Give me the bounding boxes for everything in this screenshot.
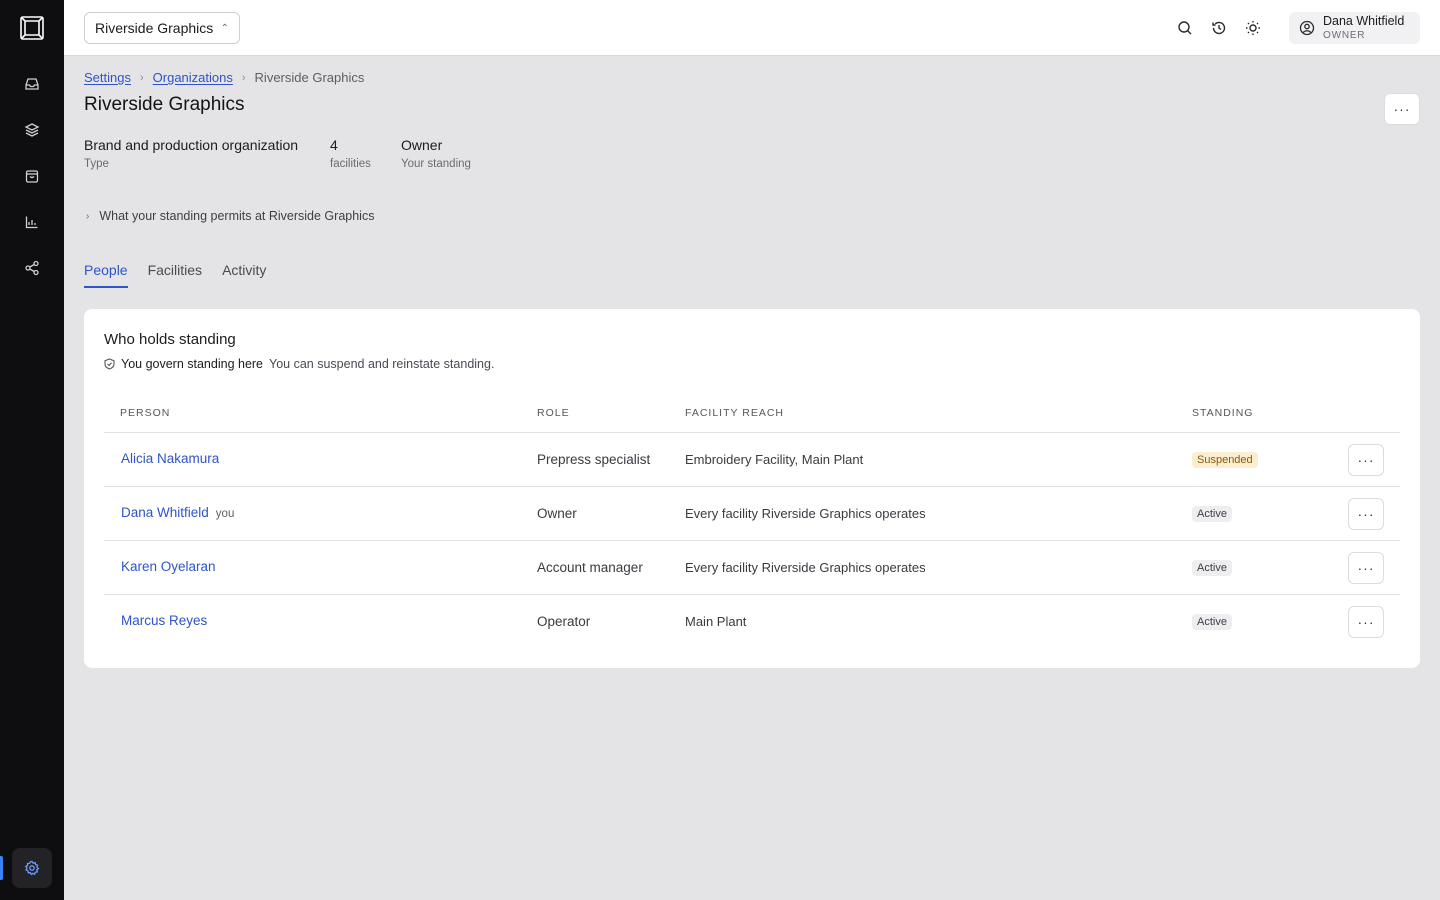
status-badge: Active [1192, 614, 1232, 630]
table-row: Alicia Nakamura Prepress specialist Embr… [104, 433, 1400, 487]
column-header-facility-reach: FACILITY REACH [685, 407, 784, 419]
status-badge: Active [1192, 560, 1232, 576]
org-switcher[interactable]: Riverside Graphics ⌃ [84, 12, 240, 44]
tab-activity[interactable]: Activity [222, 262, 266, 288]
top-bar: Riverside Graphics ⌃ Dana Whitfield OWNE… [64, 0, 1440, 56]
person-name: Dana Whitfield [121, 505, 209, 520]
history-icon[interactable] [1207, 16, 1231, 40]
role-cell: Operator [537, 614, 591, 629]
sun-icon[interactable] [1241, 16, 1265, 40]
stat-type: Brand and production organization Type [84, 137, 298, 170]
person-link[interactable]: Karen Oyelaran [121, 559, 216, 574]
card-title: Who holds standing [104, 331, 236, 348]
left-rail [0, 0, 64, 900]
table-row: Dana Whitfield you Owner Every facility R… [104, 487, 1400, 541]
breadcrumb-current: Riverside Graphics [254, 70, 365, 85]
person-name: Karen Oyelaran [121, 559, 216, 574]
layers-icon[interactable] [20, 118, 44, 142]
org-switcher-label: Riverside Graphics [95, 20, 214, 36]
stat-label: Your standing [401, 158, 471, 170]
user-circle-icon [1299, 20, 1315, 36]
chevron-right-icon: › [86, 210, 90, 222]
permits-disclosure[interactable]: › What your standing permits at Riversid… [86, 209, 374, 223]
share-icon[interactable] [20, 256, 44, 280]
person-name: Alicia Nakamura [121, 451, 220, 466]
search-icon[interactable] [1173, 16, 1197, 40]
row-more-button[interactable]: ··· [1348, 444, 1384, 476]
page-more-button[interactable]: ··· [1384, 93, 1420, 125]
row-more-button[interactable]: ··· [1348, 498, 1384, 530]
stat-value: 4 [330, 137, 338, 153]
chevron-right-icon: › [139, 71, 144, 84]
user-role: OWNER [1323, 29, 1366, 41]
role-cell: Owner [537, 506, 577, 521]
chart-icon[interactable] [20, 210, 44, 234]
table-header: PERSON ROLE FACILITY REACH STANDING [104, 405, 1400, 433]
active-nav-marker [0, 856, 3, 880]
table-row: Marcus Reyes Operator Main Plant Active … [104, 595, 1400, 649]
column-header-role: ROLE [537, 407, 570, 419]
facility-reach-cell: Every facility Riverside Graphics operat… [685, 560, 926, 575]
user-menu[interactable]: Dana Whitfield OWNER [1289, 12, 1420, 44]
govern-note: You govern standing here You can suspend… [104, 357, 494, 371]
column-header-person: PERSON [120, 407, 171, 419]
facility-reach-cell: Every facility Riverside Graphics operat… [685, 506, 926, 521]
facility-reach-cell: Main Plant [685, 614, 747, 629]
breadcrumb-organizations-link[interactable]: Organizations [153, 70, 233, 85]
settings-nav-button[interactable] [12, 848, 52, 888]
column-header-standing: STANDING [1192, 407, 1254, 419]
status-badge: Active [1192, 506, 1232, 522]
breadcrumb-settings-link[interactable]: Settings [84, 70, 131, 85]
tab-facilities[interactable]: Facilities [148, 262, 202, 288]
inbox-icon[interactable] [20, 72, 44, 96]
you-tag: you [215, 508, 235, 520]
settings-icon [24, 860, 40, 876]
stat-facilities: 4 facilities [330, 137, 371, 170]
shield-check-icon [104, 358, 115, 370]
person-name: Marcus Reyes [121, 613, 208, 628]
stat-label: facilities [330, 158, 371, 170]
role-cell: Account manager [537, 560, 643, 575]
facility-reach-cell: Embroidery Facility, Main Plant [685, 452, 864, 467]
permits-label: What your standing permits at Riverside … [99, 209, 375, 223]
chevron-right-icon: › [241, 71, 246, 84]
stat-value: Owner [401, 137, 443, 153]
stat-standing: Owner Your standing [401, 137, 471, 170]
govern-text: You can suspend and reinstate standing. [269, 357, 495, 371]
status-badge: Suspended [1192, 452, 1258, 468]
page-title: Riverside Graphics [84, 94, 245, 115]
role-cell: Prepress specialist [537, 452, 651, 467]
chevron-updown-icon: ⌃ [220, 22, 229, 34]
stat-value: Brand and production organization [84, 137, 299, 153]
tab-bar: People Facilities Activity [84, 262, 286, 288]
person-link[interactable]: Alicia Nakamura [121, 451, 219, 466]
logo-icon[interactable] [19, 15, 45, 41]
table-row: Karen Oyelaran Account manager Every fac… [104, 541, 1400, 595]
row-more-button[interactable]: ··· [1348, 606, 1384, 638]
tab-people[interactable]: People [84, 262, 128, 288]
package-icon[interactable] [20, 164, 44, 188]
row-more-button[interactable]: ··· [1348, 552, 1384, 584]
person-link[interactable]: Marcus Reyes [121, 613, 207, 628]
user-name: Dana Whitfield [1323, 14, 1405, 29]
stat-label: Type [84, 158, 109, 170]
person-link[interactable]: Dana Whitfield you [121, 505, 234, 520]
standing-card: Who holds standing You govern standing h… [84, 309, 1420, 668]
breadcrumb: Settings › Organizations › Riverside Gra… [84, 70, 364, 85]
govern-strong: You govern standing here [121, 357, 264, 371]
